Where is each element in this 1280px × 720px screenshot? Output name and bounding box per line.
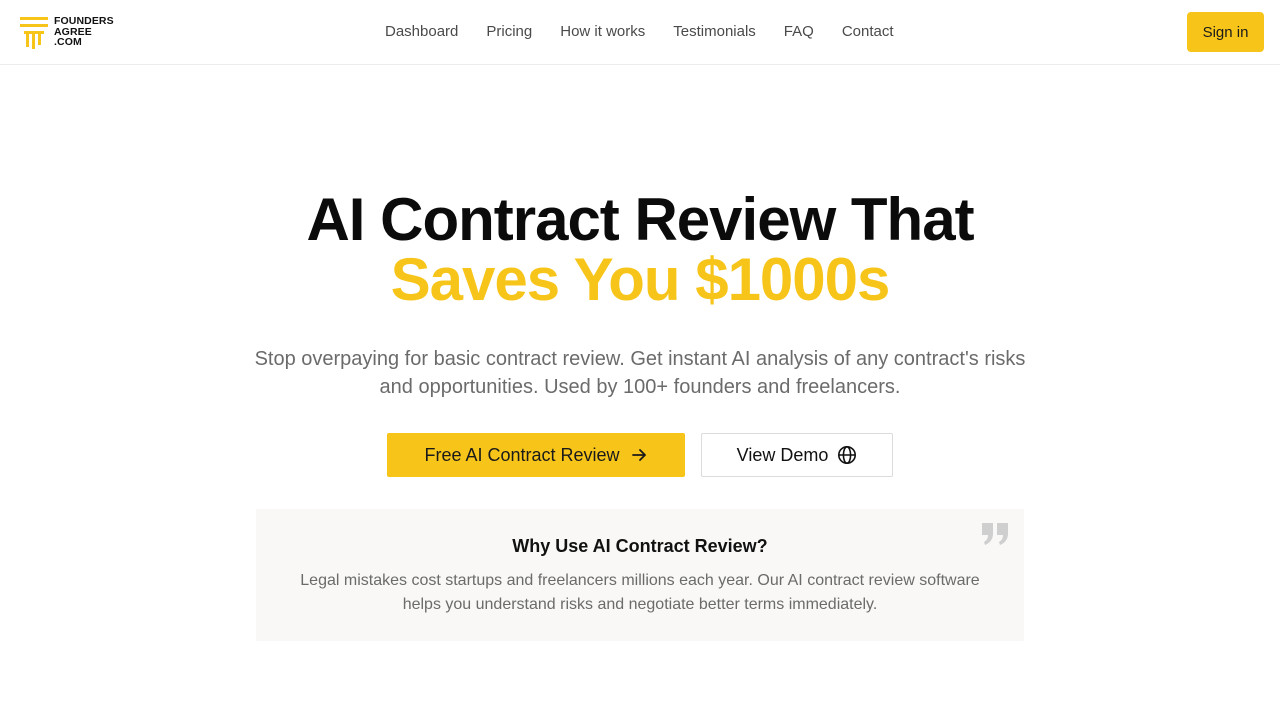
view-demo-button[interactable]: View Demo [701,433,893,477]
globe-icon [838,446,857,464]
nav-testimonials[interactable]: Testimonials [659,0,770,64]
logo-link[interactable]: FOUNDERS AGREE .COM [20,14,114,50]
free-review-label: Free AI Contract Review [424,444,620,465]
free-review-button[interactable]: Free AI Contract Review [387,433,685,477]
nav-contact[interactable]: Contact [828,0,908,64]
card-text: Legal mistakes cost startups and freelan… [300,572,980,613]
main-nav: Dashboard Pricing How it works Testimoni… [371,0,908,64]
nav-faq[interactable]: FAQ [770,0,828,64]
sign-in-button[interactable]: Sign in [1187,12,1264,52]
hero-title-line-2: Saves You $1000s [390,246,891,313]
pillar-logo-icon [20,17,48,49]
hero-title-line-1: AI Contract Review That [306,186,974,253]
card-title: Why Use AI Contract Review? [512,536,768,556]
hero-title: AI Contract Review That Saves You $1000s [0,190,1280,310]
logo-line-3: .COM [54,36,82,49]
why-ai-review-card: Why Use AI Contract Review? Legal mistak… [256,509,1024,641]
nav-pricing[interactable]: Pricing [472,0,546,64]
nav-how-it-works[interactable]: How it works [546,0,659,64]
site-header: FOUNDERS AGREE .COM Dashboard Pricing Ho… [0,0,1280,65]
nav-dashboard[interactable]: Dashboard [371,0,472,64]
hero-subtitle: Stop overpaying for basic contract revie… [254,348,1026,398]
view-demo-label: View Demo [736,444,829,465]
logo-wordmark: FOUNDERS AGREE .COM [54,16,114,48]
arrow-right-icon [631,449,646,461]
